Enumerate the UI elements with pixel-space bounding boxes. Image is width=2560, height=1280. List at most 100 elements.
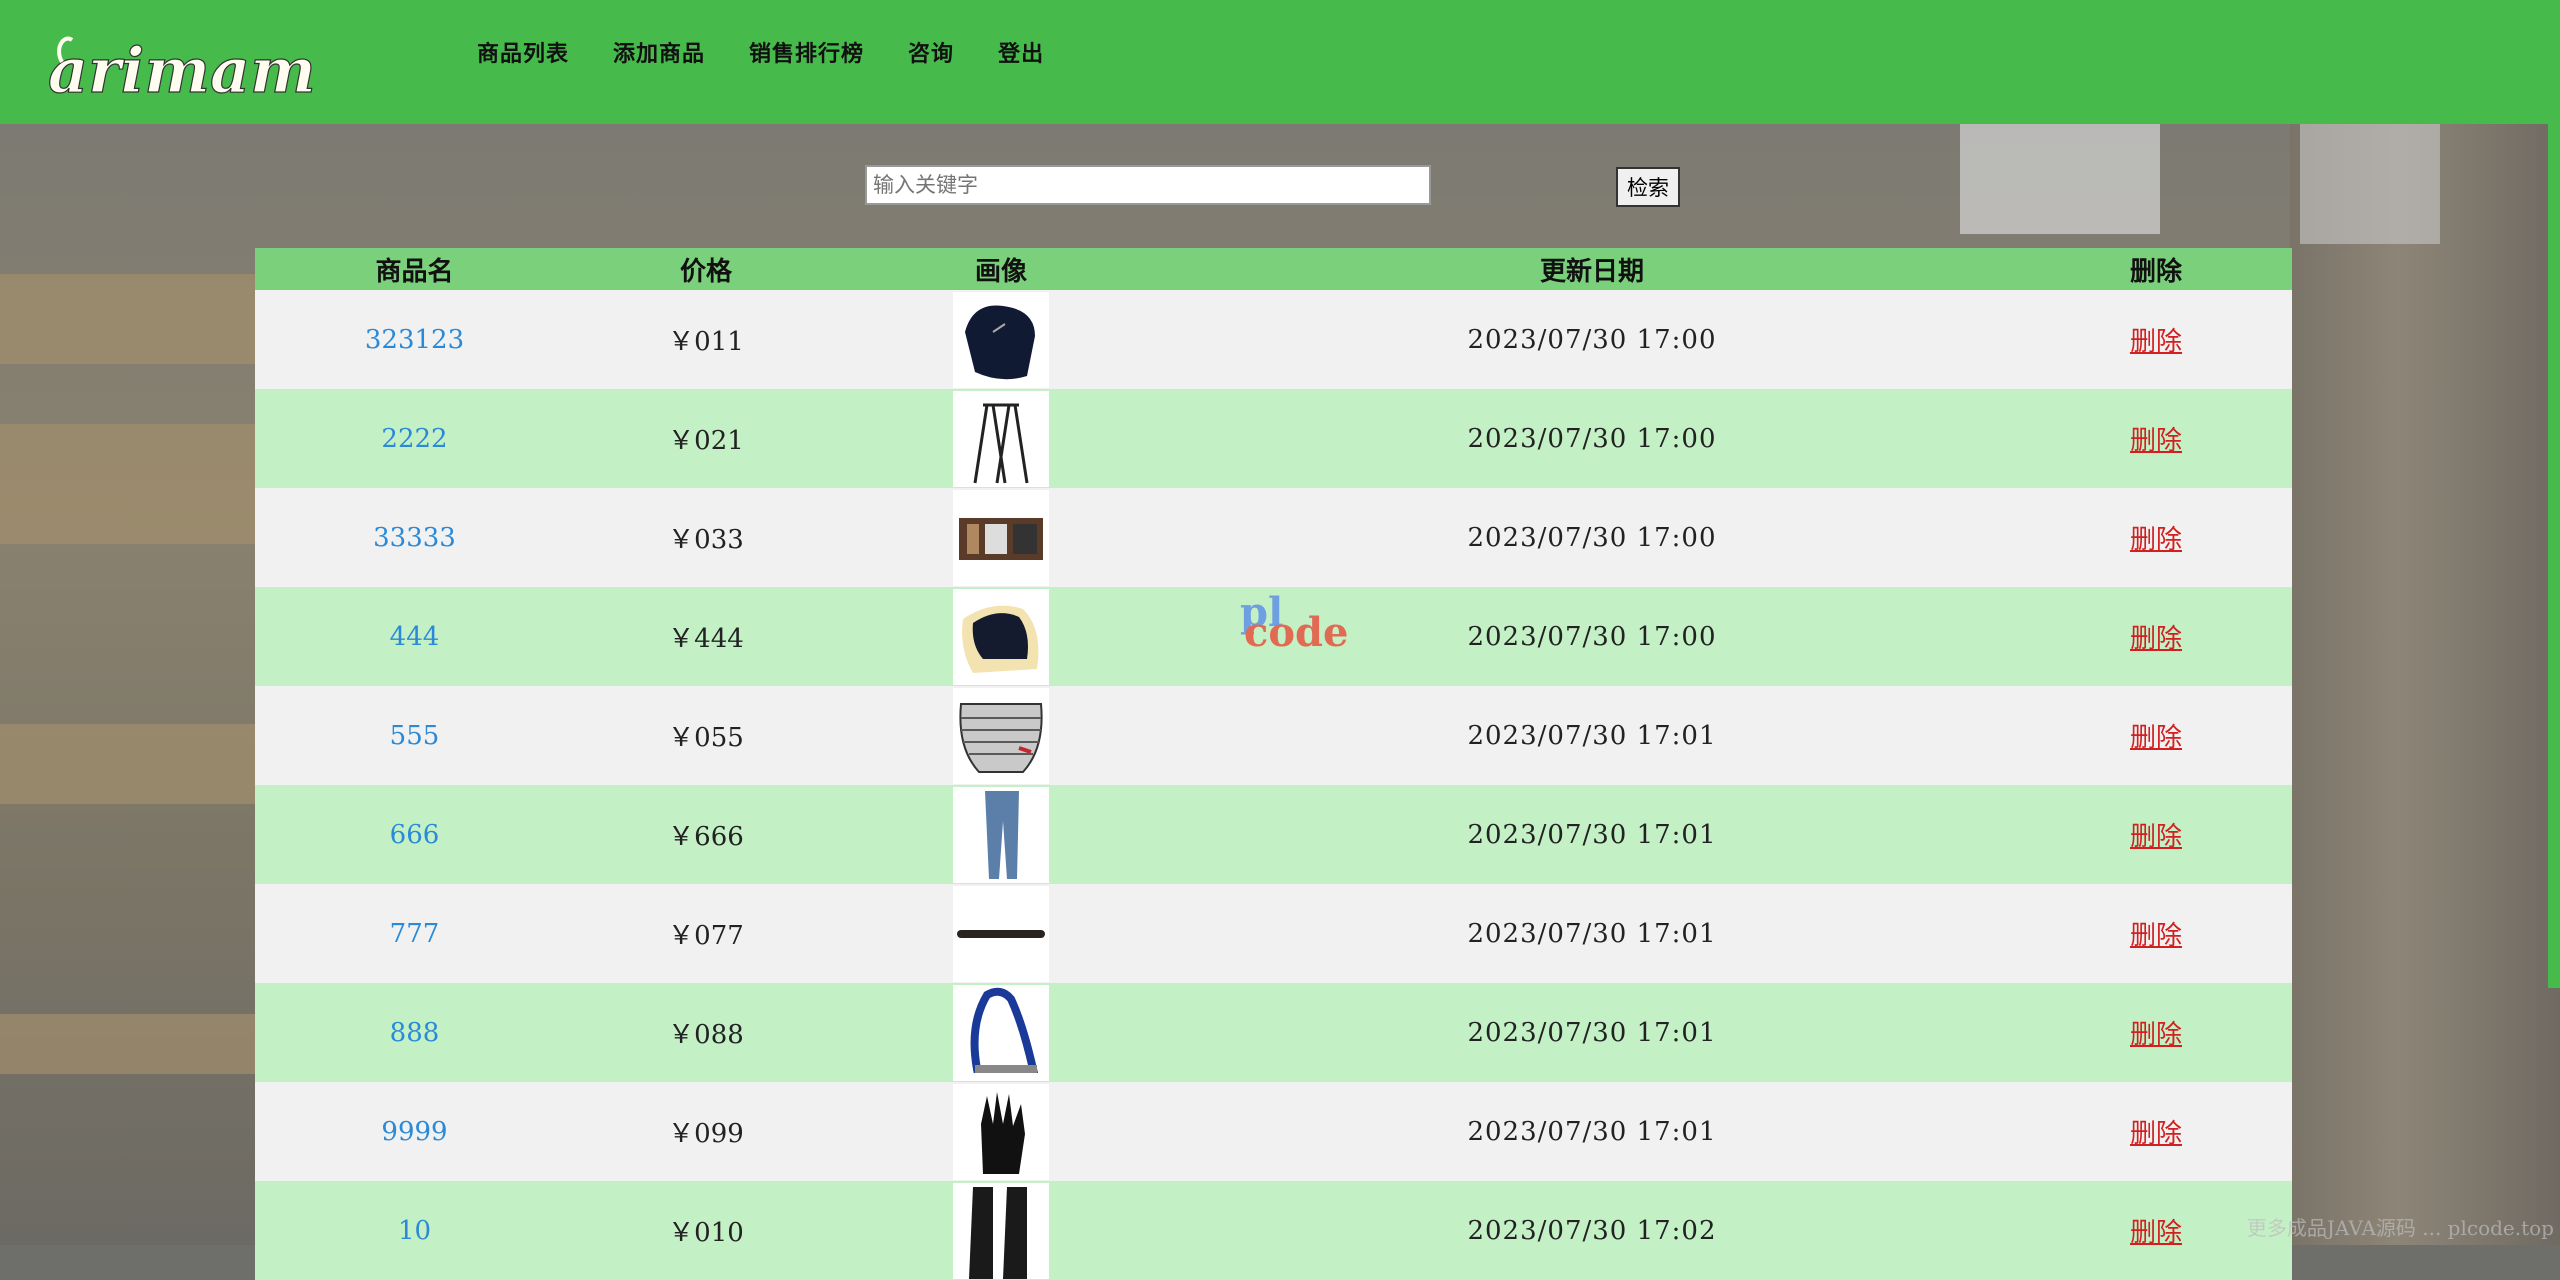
cell-price: ￥088 [574,983,838,1082]
cell-date: 2023/07/30 17:01 [1164,1082,2020,1181]
nav-inquiry[interactable]: 咨询 [908,36,954,68]
column-header-delete: 删除 [2020,248,2292,290]
product-name-link[interactable]: 10 [398,1216,431,1246]
cell-image [838,884,1164,983]
column-header-date: 更新日期 [1164,248,2020,290]
cell-delete: 删除 [2020,983,2292,1082]
cell-name: 33333 [255,488,574,587]
delete-link[interactable]: 删除 [2130,1218,2182,1248]
delete-link[interactable]: 删除 [2130,822,2182,852]
cell-image [838,686,1164,785]
updated-date: 2023/07/30 17:00 [1467,423,1717,454]
delete-link[interactable]: 删除 [2130,1020,2182,1050]
cell-delete: 删除 [2020,686,2292,785]
updated-date: 2023/07/30 17:01 [1467,1017,1717,1048]
cell-delete: 删除 [2020,785,2292,884]
cell-image [838,587,1164,686]
delete-link[interactable]: 删除 [2130,327,2182,357]
table-row: 777 ￥077 2023/07/30 17:01 删除 [255,884,2292,983]
updated-date: 2023/07/30 17:01 [1467,720,1717,751]
delete-link[interactable]: 删除 [2130,1119,2182,1149]
cell-delete: 删除 [2020,1082,2292,1181]
cell-image [838,488,1164,587]
cell-image [838,290,1164,389]
cell-name: 323123 [255,290,574,389]
product-price: ￥033 [668,525,744,555]
cell-delete: 删除 [2020,290,2292,389]
product-price: ￥444 [668,624,744,654]
cell-name: 10 [255,1181,574,1280]
product-name-link[interactable]: 888 [390,1018,440,1048]
cell-price: ￥010 [574,1181,838,1280]
updated-date: 2023/07/30 17:00 [1467,621,1717,652]
product-price: ￥055 [668,723,744,753]
cell-delete: 删除 [2020,389,2292,488]
product-table: 商品名 价格 画像 更新日期 删除 323123 ￥011 2023/07/30… [255,248,2292,1280]
cell-name: 2222 [255,389,574,488]
updated-date: 2023/07/30 17:01 [1467,1116,1717,1147]
cell-name: 9999 [255,1082,574,1181]
nav-sales-ranking[interactable]: 销售排行榜 [749,36,864,68]
right-edge-strip [2548,124,2560,988]
updated-date: 2023/07/30 17:00 [1467,522,1717,553]
search-input[interactable] [865,165,1431,205]
updated-date: 2023/07/30 17:01 [1467,918,1717,949]
delete-link[interactable]: 删除 [2130,921,2182,951]
product-name-link[interactable]: 323123 [365,325,464,355]
search-button[interactable]: 检索 [1616,167,1680,207]
product-thumbnail [953,885,1049,982]
cell-date: 2023/07/30 17:01 [1164,785,2020,884]
cell-delete: 删除 [2020,884,2292,983]
cell-name: 888 [255,983,574,1082]
nav-add-product[interactable]: 添加商品 [613,36,705,68]
cell-price: ￥033 [574,488,838,587]
plcode-watermark: pl code [1240,593,1348,653]
table-row: 666 ￥666 2023/07/30 17:01 删除 [255,785,2292,884]
updated-date: 2023/07/30 17:02 [1467,1215,1717,1246]
cell-price: ￥077 [574,884,838,983]
cell-date: 2023/07/30 17:01 [1164,884,2020,983]
product-name-link[interactable]: 33333 [373,523,456,553]
top-header: arimama 商品列表 添加商品 销售排行榜 咨询 登出 [0,0,2560,124]
product-name-link[interactable]: 2222 [381,424,447,454]
product-price: ￥099 [668,1119,744,1149]
nav-product-list[interactable]: 商品列表 [477,36,569,68]
product-name-link[interactable]: 9999 [381,1117,447,1147]
cell-delete: 删除 [2020,488,2292,587]
product-name-link[interactable]: 777 [390,919,440,949]
updated-date: 2023/07/30 17:00 [1467,324,1717,355]
product-price: ￥088 [668,1020,744,1050]
product-name-link[interactable]: 555 [390,721,440,751]
product-thumbnail [953,1182,1049,1279]
cell-image [838,983,1164,1082]
product-thumbnail [953,687,1049,784]
product-price: ￥021 [668,426,744,456]
table-row: 2222 ￥021 2023/07/30 17:00 删除 [255,389,2292,488]
product-name-link[interactable]: 666 [390,820,440,850]
table-header-row: 商品名 价格 画像 更新日期 删除 [255,248,2292,290]
cell-price: ￥666 [574,785,838,884]
watermark-line2: code [1244,609,1349,656]
updated-date: 2023/07/30 17:01 [1467,819,1717,850]
product-thumbnail [953,489,1049,586]
column-header-image: 画像 [838,248,1164,290]
delete-link[interactable]: 删除 [2130,426,2182,456]
delete-link[interactable]: 删除 [2130,525,2182,555]
product-thumbnail [953,390,1049,487]
nav-logout[interactable]: 登出 [998,36,1044,68]
product-thumbnail [953,291,1049,388]
arimama-logo[interactable]: arimama [44,28,316,108]
cell-price: ￥011 [574,290,838,389]
product-name-link[interactable]: 444 [390,622,440,652]
main-nav: 商品列表 添加商品 销售排行榜 咨询 登出 [477,36,1044,68]
product-thumbnail [953,786,1049,883]
table-row: 33333 ￥033 2023/07/30 17:00 删除 [255,488,2292,587]
delete-link[interactable]: 删除 [2130,723,2182,753]
table-row: 555 ￥055 2023/07/30 17:01 删除 [255,686,2292,785]
product-thumbnail [953,984,1049,1081]
cell-price: ￥444 [574,587,838,686]
column-header-price: 价格 [574,248,838,290]
cell-price: ￥021 [574,389,838,488]
cell-name: 666 [255,785,574,884]
delete-link[interactable]: 删除 [2130,624,2182,654]
